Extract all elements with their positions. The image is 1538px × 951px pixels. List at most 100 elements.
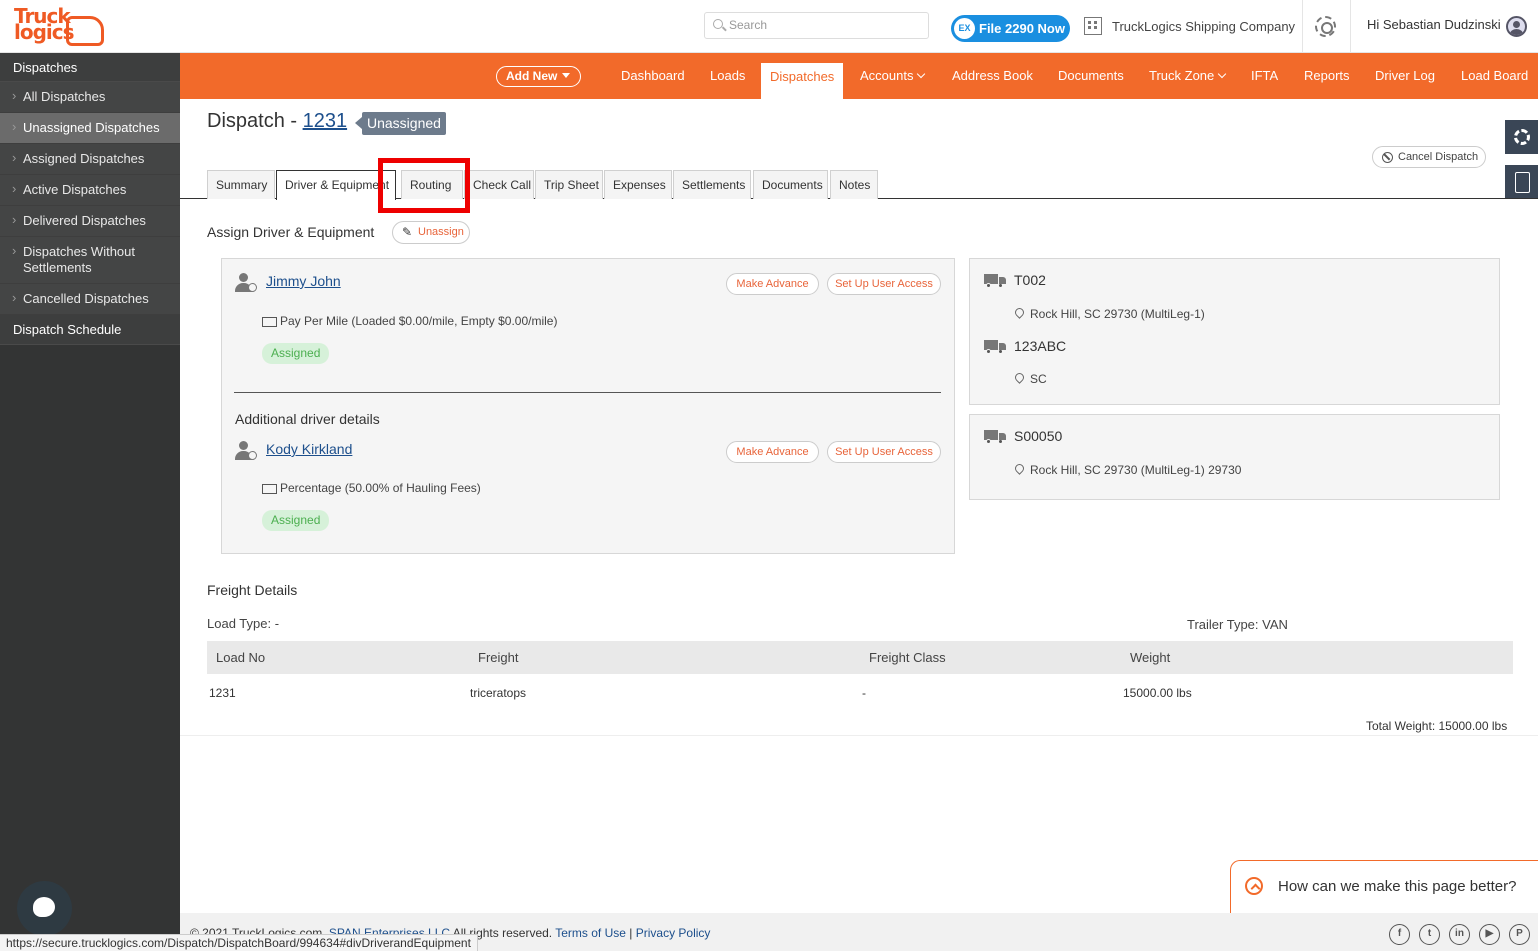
status-badge: Unassigned [355, 112, 446, 135]
browser-status-url: https://secure.trucklogics.com/Dispatch/… [0, 934, 478, 951]
report-tool-icon[interactable] [1505, 165, 1538, 199]
cancel-dispatch-button[interactable]: Cancel Dispatch [1372, 146, 1486, 168]
sidebar-item-delivered-dispatches[interactable]: Delivered Dispatches [0, 206, 180, 237]
top-bar: Truck logics Search EX File 2290 Now Tru… [0, 0, 1538, 53]
search-icon [713, 19, 723, 29]
truck-logo-icon [66, 16, 104, 46]
nav-dispatches[interactable]: Dispatches [761, 63, 844, 99]
settings-gear-icon[interactable] [1315, 16, 1336, 37]
nav-dashboard[interactable]: Dashboard [621, 53, 685, 99]
tab-notes[interactable]: Notes [830, 170, 878, 199]
column-header: Freight [478, 650, 519, 665]
truck-number: T002 [1014, 272, 1046, 288]
twitter-icon[interactable]: t [1419, 924, 1440, 945]
freight-heading: Freight Details [207, 582, 298, 598]
nav-loads[interactable]: Loads [710, 53, 745, 99]
make-advance-button[interactable]: Make Advance [726, 273, 819, 295]
tab-documents[interactable]: Documents [753, 170, 828, 199]
nav-ifta[interactable]: IFTA [1251, 53, 1278, 99]
user-avatar-icon[interactable] [1506, 16, 1527, 37]
driver-icon [235, 273, 257, 293]
set-up-user-access-button[interactable]: Set Up User Access [827, 273, 941, 295]
truck-icon [984, 274, 1006, 288]
load-type: Load Type: - [207, 616, 280, 631]
side-tools [1505, 120, 1538, 210]
nav-reports[interactable]: Reports [1304, 53, 1350, 99]
nav-accounts[interactable]: Accounts [860, 53, 924, 99]
additional-driver-heading: Additional driver details [235, 411, 380, 427]
pay-rate-text: Percentage (50.00% of Hauling Fees) [262, 481, 481, 495]
trailer-number: S00050 [1014, 428, 1063, 444]
building-icon [1084, 17, 1102, 35]
truck-panel [969, 258, 1500, 405]
truck-location: Rock Hill, SC 29730 (MultiLeg-1) [1015, 307, 1205, 321]
expresstrucktax-icon: EX [954, 18, 975, 39]
tab-summary[interactable]: Summary [207, 170, 275, 199]
page-title: Dispatch - 1231 [207, 110, 348, 132]
tab-trip-sheet[interactable]: Trip Sheet [535, 170, 603, 199]
search-input[interactable]: Search [704, 12, 929, 39]
sidebar-item-dispatches-without-settlements[interactable]: Dispatches Without Settlements [0, 237, 180, 284]
table-cell: - [862, 686, 866, 700]
trailer-location: Rock Hill, SC 29730 (MultiLeg-1) 29730 [1015, 463, 1241, 477]
nav-truck-zone[interactable]: Truck Zone [1149, 53, 1225, 99]
linkedin-icon[interactable]: in [1449, 924, 1470, 945]
sidebar: Dispatches All Dispatches Unassigned Dis… [0, 53, 180, 951]
pinterest-icon[interactable]: P [1509, 924, 1530, 945]
trucklogics-logo[interactable]: Truck logics [14, 6, 104, 48]
unassign-button[interactable]: Unassign [392, 221, 470, 244]
add-new-button[interactable]: Add New [496, 66, 581, 87]
file-2290-button[interactable]: EX File 2290 Now [951, 15, 1070, 42]
nav-driver-log[interactable]: Driver Log [1375, 53, 1435, 99]
column-header: Weight [1130, 650, 1171, 665]
routing-tab-highlight [378, 158, 470, 213]
freight-table-header: Load No Freight Freight Class Weight [207, 641, 1513, 674]
trailer-type: Trailer Type: VAN [1187, 617, 1288, 632]
tab-settlements[interactable]: Settlements [673, 170, 751, 199]
table-cell: 1231 [209, 686, 236, 700]
pay-rate-text: Pay Per Mile (Loaded $0.00/mile, Empty $… [262, 314, 557, 328]
table-cell: triceratops [470, 686, 527, 700]
driver-status-badge: Assigned [262, 510, 330, 531]
trailer-panel [969, 414, 1500, 500]
main-nav: Add New Dashboard Loads Dispatches Accou… [180, 53, 1538, 99]
chat-bubble-icon[interactable] [17, 881, 72, 936]
nav-load-board[interactable]: Load Board [1461, 53, 1528, 99]
truck-number: 123ABC [1014, 338, 1067, 354]
set-up-user-access-button[interactable]: Set Up User Access [827, 441, 941, 463]
company-selector[interactable]: TruckLogics Shipping Company [1084, 0, 1295, 53]
ban-icon [1382, 152, 1393, 163]
tab-check-call[interactable]: Check Call [464, 170, 534, 199]
table-cell: 15000.00 lbs [1123, 686, 1192, 700]
nav-address-book[interactable]: Address Book [952, 53, 1033, 99]
settings-tool-icon[interactable] [1505, 120, 1538, 154]
sidebar-item-all-dispatches[interactable]: All Dispatches [0, 82, 180, 113]
driver-panel [221, 258, 955, 554]
truck-icon [984, 340, 1006, 354]
facebook-icon[interactable]: f [1389, 924, 1410, 945]
youtube-icon[interactable]: ▶ [1479, 924, 1500, 945]
column-header: Freight Class [869, 650, 946, 665]
driver-name-link[interactable]: Kody Kirkland [266, 441, 352, 457]
terms-link[interactable]: Terms of Use [555, 926, 626, 940]
sidebar-heading-dispatches[interactable]: Dispatches [0, 53, 180, 82]
truck-location: SC [1015, 372, 1047, 386]
driver-name-link[interactable]: Jimmy John [266, 273, 341, 289]
nav-documents[interactable]: Documents [1058, 53, 1124, 99]
sidebar-item-cancelled-dispatches[interactable]: Cancelled Dispatches [0, 284, 180, 315]
privacy-link[interactable]: Privacy Policy [636, 926, 711, 940]
tab-expenses[interactable]: Expenses [604, 170, 672, 199]
sidebar-item-active-dispatches[interactable]: Active Dispatches [0, 175, 180, 206]
make-advance-button[interactable]: Make Advance [726, 441, 819, 463]
dispatch-number-link[interactable]: 1231 [303, 110, 348, 132]
assign-heading: Assign Driver & Equipment [207, 224, 375, 240]
driver-status-badge: Assigned [262, 343, 330, 364]
column-header: Load No [216, 650, 266, 665]
sidebar-item-dispatch-schedule[interactable]: Dispatch Schedule [0, 315, 180, 345]
user-greeting[interactable]: Hi Sebastian Dudzinski [1367, 0, 1501, 50]
sidebar-item-assigned-dispatches[interactable]: Assigned Dispatches [0, 144, 180, 175]
driver-icon [235, 441, 257, 461]
trailer-icon [984, 430, 1006, 444]
feedback-widget[interactable]: How can we make this page better? [1230, 860, 1538, 913]
sidebar-item-unassigned-dispatches[interactable]: Unassigned Dispatches [0, 113, 180, 144]
